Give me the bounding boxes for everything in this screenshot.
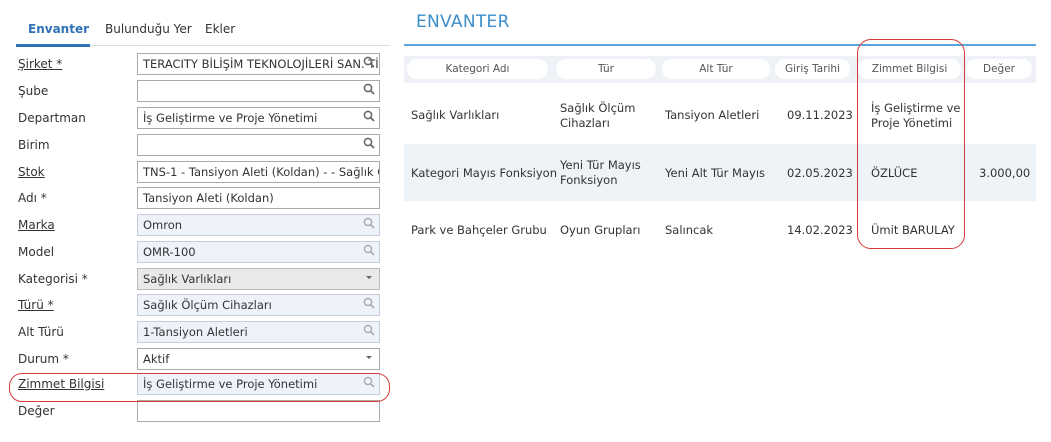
cell-alt-tur: Yeni Alt Tür Mayıs [665,166,766,180]
birim-field[interactable] [137,134,380,156]
tab-bulundugu-yer[interactable]: Bulunduğu Yer [105,22,192,36]
durum-label: Durum * [18,352,69,366]
form-row-sube: Şube [18,80,380,102]
form-row-zimmet: Zimmet Bilgisi İş Geliştirme ve Proje Yö… [18,373,380,395]
search-icon[interactable] [363,244,377,258]
cell-kategori: Kategori Mayıs Fonksiyon [411,166,558,180]
marka-label[interactable]: Marka [18,218,55,232]
column-header-kategori[interactable]: Kategori Adı [407,59,548,79]
form-row-deger: Değer [18,400,380,422]
form-row-model: Model OMR-100 [18,241,380,263]
column-header-deger[interactable]: Değer [966,59,1032,79]
search-icon[interactable] [363,83,377,97]
cell-kategori: Park ve Bahçeler Grubu [411,223,547,237]
zimmet-label[interactable]: Zimmet Bilgisi [18,377,104,391]
search-icon[interactable] [363,376,377,390]
search-icon[interactable] [363,137,377,151]
cell-alt-tur: Salıncak [665,223,714,237]
active-tab-indicator [16,44,90,47]
cell-tur: Sağlık Ölçüm Cihazları [560,101,636,130]
cell-giris-tarihi: 02.05.2023 [787,166,853,180]
form-row-adi: Adı * Tansiyon Aleti (Koldan) [18,187,380,209]
sirket-field[interactable]: TERACITY BİLİŞİM TEKNOLOJİLERİ SAN. TİC.… [137,53,380,75]
search-icon[interactable] [363,297,377,311]
sube-label: Şube [18,84,49,98]
stok-label[interactable]: Stok [18,165,45,179]
form-row-departman: Departman İş Geliştirme ve Proje Yönetim… [18,107,380,129]
form-row-stok: Stok TNS-1 - Tansiyon Aleti (Koldan) - -… [18,161,380,183]
tab-envanter[interactable]: Envanter [28,22,89,36]
kategorisi-label: Kategorisi * [18,272,88,286]
sirket-label[interactable]: Şirket * [18,57,62,71]
cell-alt-tur: Tansiyon Aletleri [665,108,760,122]
zimmet-field[interactable]: İş Geliştirme ve Proje Yönetimi [137,373,380,395]
cell-tur: Yeni Tür Mayıs Fonksiyon [560,158,641,187]
cell-zimmet: Ümit BARULAY [871,223,955,237]
chevron-down-icon[interactable] [364,272,378,286]
column-header-giris-tarihi[interactable]: Giriş Tarihi [775,59,850,79]
form-row-marka: Marka Omron [18,214,380,236]
table-header: Kategori Adı Tür Alt Tür Giriş Tarihi Zi… [404,56,1036,83]
chevron-down-icon[interactable] [364,352,378,366]
durum-select[interactable]: Aktif [137,348,380,370]
form-row-durum: Durum * Aktif [18,348,380,370]
form-row-alt-turu: Alt Türü 1-Tansiyon Aletleri [18,321,380,343]
cell-deger: 3.000,00 [979,166,1031,180]
search-icon[interactable] [363,324,377,338]
column-header-zimmet[interactable]: Zimmet Bilgisi [858,59,961,79]
turu-label[interactable]: Türü * [18,298,54,312]
adi-field[interactable]: Tansiyon Aleti (Koldan) [137,187,380,209]
tab-bar: Envanter Bulunduğu Yer Ekler [16,20,390,47]
model-field[interactable]: OMR-100 [137,241,380,263]
table-row[interactable]: Park ve Bahçeler Grubu Oyun Grupları Sal… [404,201,1036,258]
marka-field[interactable]: Omron [137,214,380,236]
stok-field[interactable]: TNS-1 - Tansiyon Aleti (Koldan) - - Sağl… [137,161,380,183]
birim-label: Birim [18,138,50,152]
deger-label: Değer [18,404,55,418]
column-header-tur[interactable]: Tür [556,59,656,79]
departman-field[interactable]: İş Geliştirme ve Proje Yönetimi [137,107,380,129]
cell-zimmet: ÖZLÜCE [871,166,918,180]
alt-turu-label: Alt Türü [18,325,64,339]
form-row-kategorisi: Kategorisi * Sağlık Varlıkları [18,268,380,290]
kategorisi-select[interactable]: Sağlık Varlıkları [137,268,380,290]
cell-giris-tarihi: 09.11.2023 [787,108,853,122]
tab-ekler[interactable]: Ekler [205,22,235,36]
departman-label: Departman [18,111,86,125]
sube-field[interactable] [137,80,380,102]
cell-kategori: Sağlık Varlıkları [411,108,500,122]
inventory-title: ENVANTER [416,12,510,32]
form-row-turu: Türü * Sağlık Ölçüm Cihazları [18,294,380,316]
adi-label: Adı * [18,191,47,205]
title-divider [404,44,1036,46]
turu-field[interactable]: Sağlık Ölçüm Cihazları [137,294,380,316]
search-icon[interactable] [363,56,377,70]
form-row-birim: Birim [18,134,380,156]
alt-turu-field[interactable]: 1-Tansiyon Aletleri [137,321,380,343]
model-label: Model [18,245,55,259]
cell-giris-tarihi: 14.02.2023 [787,223,853,237]
cell-zimmet: İş Geliştirme ve Proje Yönetimi [871,101,961,130]
deger-field[interactable] [137,400,380,422]
column-header-alt-tur[interactable]: Alt Tür [662,59,770,79]
search-icon[interactable] [363,110,377,124]
table-row[interactable]: Sağlık Varlıkları Sağlık Ölçüm Cihazları… [404,87,1036,144]
search-icon[interactable] [363,217,377,231]
table-row[interactable]: Kategori Mayıs Fonksiyon Yeni Tür Mayıs … [404,144,1036,201]
form-row-sirket: Şirket * TERACITY BİLİŞİM TEKNOLOJİLERİ … [18,53,380,75]
cell-tur: Oyun Grupları [560,223,641,237]
